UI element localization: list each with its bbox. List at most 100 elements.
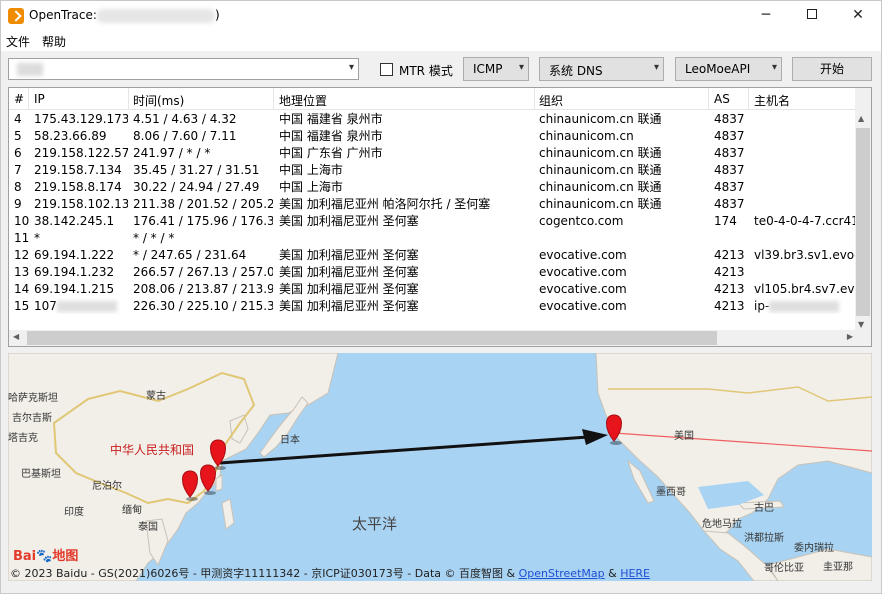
cell-ip: 58.23.66.89: [34, 129, 107, 143]
map-canvas: [8, 353, 872, 581]
map-label-venezuela: 委内瑞拉: [794, 543, 834, 554]
chevron-down-icon: ▾: [653, 62, 659, 73]
cell-org: evocative.com: [539, 282, 627, 296]
dns-value: 系统 DNS: [549, 64, 603, 78]
cell-n: 7: [14, 163, 22, 177]
cell-geo: 中国 福建省 泉州市: [279, 112, 383, 126]
table-row[interactable]: 12 69.194.1.222 * / 247.65 / 231.64 美国 加利福尼…: [9, 247, 857, 264]
north-america-land: [595, 353, 872, 540]
menu-file[interactable]: 文件: [6, 33, 30, 50]
openstreetmap-link[interactable]: OpenStreetMap: [519, 567, 605, 580]
menu-bar: 文件 帮助: [1, 31, 881, 51]
close-button[interactable]: ✕: [835, 1, 881, 31]
cell-host: te0-4-0-4-7.ccr41.: [754, 214, 857, 228]
map-label-cuba: 古巴: [754, 503, 774, 514]
cell-host: vl105.br4.sv7.evoc: [754, 282, 857, 296]
scroll-right-icon[interactable]: ▶: [847, 332, 853, 341]
table-row[interactable]: 5 58.23.66.89 8.06 / 7.60 / 7.11 中国 福建省 泉州市…: [9, 128, 857, 145]
cell-geo: 美国 加利福尼亚州 圣何塞: [279, 299, 419, 313]
cell-time: 4.51 / 4.63 / 4.32: [133, 112, 237, 126]
cell-org: chinaunicom.cn 联通: [539, 163, 662, 177]
cell-org: evocative.com: [539, 265, 627, 279]
route-arrow-head: [582, 429, 608, 445]
vertical-scroll-thumb[interactable]: [856, 128, 870, 316]
baidu-map-logo: Bai🐾地图: [13, 549, 79, 564]
mtr-mode-checkbox[interactable]: [380, 63, 393, 76]
cell-geo: 中国 广东省 广州市: [279, 146, 383, 160]
cell-host: ip-: [754, 298, 857, 314]
cell-time: * / * / *: [133, 231, 175, 245]
philippines-land: [221, 498, 235, 530]
cell-time: 30.22 / 24.94 / 27.49: [133, 180, 260, 194]
chevron-down-icon: ▾: [518, 62, 524, 73]
api-value: LeoMoeAPI: [685, 62, 751, 76]
table-row[interactable]: 10 38.142.245.1 176.41 / 175.96 / 176.30 美国…: [9, 213, 857, 230]
app-icon: [8, 8, 24, 24]
cell-as: 4837: [714, 180, 745, 194]
cell-n: 14: [14, 282, 30, 296]
cell-ip: 219.158.7.134: [34, 163, 122, 177]
vertical-scrollbar[interactable]: ▲ ▼: [855, 88, 871, 332]
route-map[interactable]: 哈萨克斯坦 蒙古 吉尔吉斯 塔吉克 巴基斯坦 印度 尼泊尔 缅甸 泰国 日本 中…: [8, 353, 872, 581]
horizontal-scroll-thumb[interactable]: [27, 331, 717, 345]
col-header-index[interactable]: #: [14, 92, 24, 106]
map-label-japan: 日本: [280, 435, 300, 446]
cell-as: 4837: [714, 146, 745, 160]
redacted-title-region: [97, 9, 215, 23]
table-row[interactable]: 14 69.194.1.215 208.06 / 213.87 / 213.93 美国…: [9, 281, 857, 298]
table-row[interactable]: 4 175.43.129.173 4.51 / 4.63 / 4.32 中国 福建省 …: [9, 111, 857, 128]
api-select[interactable]: LeoMoeAPI ▾: [675, 57, 782, 81]
minimize-button[interactable]: ─: [743, 1, 789, 31]
col-header-time[interactable]: 时间(ms): [133, 92, 184, 109]
cell-geo: 中国 上海市: [279, 163, 343, 177]
dns-select[interactable]: 系统 DNS ▾: [539, 57, 664, 81]
map-label-mongolia: 蒙古: [146, 391, 166, 402]
cell-ip: 219.158.102.130: [34, 197, 128, 211]
menu-help[interactable]: 帮助: [42, 33, 66, 50]
table-row[interactable]: 8 219.158.8.174 30.22 / 24.94 / 27.49 中国 上海…: [9, 179, 857, 196]
col-header-org[interactable]: 组织: [539, 92, 563, 109]
map-label-usa: 美国: [674, 431, 694, 442]
maximize-button[interactable]: [789, 1, 835, 31]
col-header-hostname[interactable]: 主机名: [754, 92, 790, 109]
here-link[interactable]: HERE: [620, 567, 650, 580]
cell-geo: 美国 加利福尼亚州 帕洛阿尔托 / 圣何塞: [279, 197, 491, 211]
col-header-as[interactable]: AS: [714, 92, 730, 106]
scroll-down-icon[interactable]: ▼: [858, 320, 864, 329]
cell-geo: 美国 加利福尼亚州 圣何塞: [279, 265, 419, 279]
cell-n: 6: [14, 146, 22, 160]
cell-org: chinaunicom.cn: [539, 129, 634, 143]
table-row[interactable]: 15 107 226.30 / 225.10 / 215.33 美国 加利福尼亚州 圣…: [9, 298, 857, 315]
cell-n: 11: [14, 231, 30, 245]
start-button[interactable]: 开始: [792, 57, 872, 81]
table-row[interactable]: 9 219.158.102.130 211.38 / 201.52 / 205.26…: [9, 196, 857, 213]
map-label-kyrgyzstan: 吉尔吉斯: [12, 413, 52, 424]
cell-ip: 107: [34, 298, 128, 314]
map-label-guatemala: 危地马拉: [702, 519, 742, 530]
cell-geo: 中国 上海市: [279, 180, 343, 194]
map-label-guyana: 圭亚那: [823, 562, 853, 573]
cell-time: 266.57 / 267.13 / 257.08: [133, 265, 273, 279]
map-label-india: 印度: [64, 507, 84, 518]
cell-time: 211.38 / 201.52 / 205.26: [133, 197, 273, 211]
cell-as: 4213: [714, 282, 745, 296]
cell-org: evocative.com: [539, 248, 627, 262]
table-row[interactable]: 6 219.158.122.57 241.97 / * / * 中国 广东省 广州市 c…: [9, 145, 857, 162]
cell-as: 174: [714, 214, 737, 228]
col-header-ip[interactable]: IP: [34, 92, 45, 106]
scroll-left-icon[interactable]: ◀: [13, 332, 19, 341]
redacted-hostname: [769, 301, 840, 312]
table-row[interactable]: 11 * * / * / *: [9, 230, 857, 247]
cell-time: 8.06 / 7.60 / 7.11: [133, 129, 237, 143]
target-host-combobox[interactable]: ▾: [8, 58, 359, 80]
table-row[interactable]: 13 69.194.1.232 266.57 / 267.13 / 257.08 美国…: [9, 264, 857, 281]
horizontal-scrollbar[interactable]: ◀ ▶: [9, 330, 857, 346]
scroll-up-icon[interactable]: ▲: [858, 114, 864, 123]
chevron-down-icon: ▾: [348, 62, 354, 73]
col-header-geo[interactable]: 地理位置: [279, 92, 327, 109]
table-row[interactable]: 7 219.158.7.134 35.45 / 31.27 / 31.51 中国 上海…: [9, 162, 857, 179]
map-label-nepal: 尼泊尔: [92, 481, 122, 492]
protocol-select[interactable]: ICMP ▾: [463, 57, 529, 81]
cell-time: 226.30 / 225.10 / 215.33: [133, 299, 273, 313]
cell-time: 241.97 / * / *: [133, 146, 211, 160]
